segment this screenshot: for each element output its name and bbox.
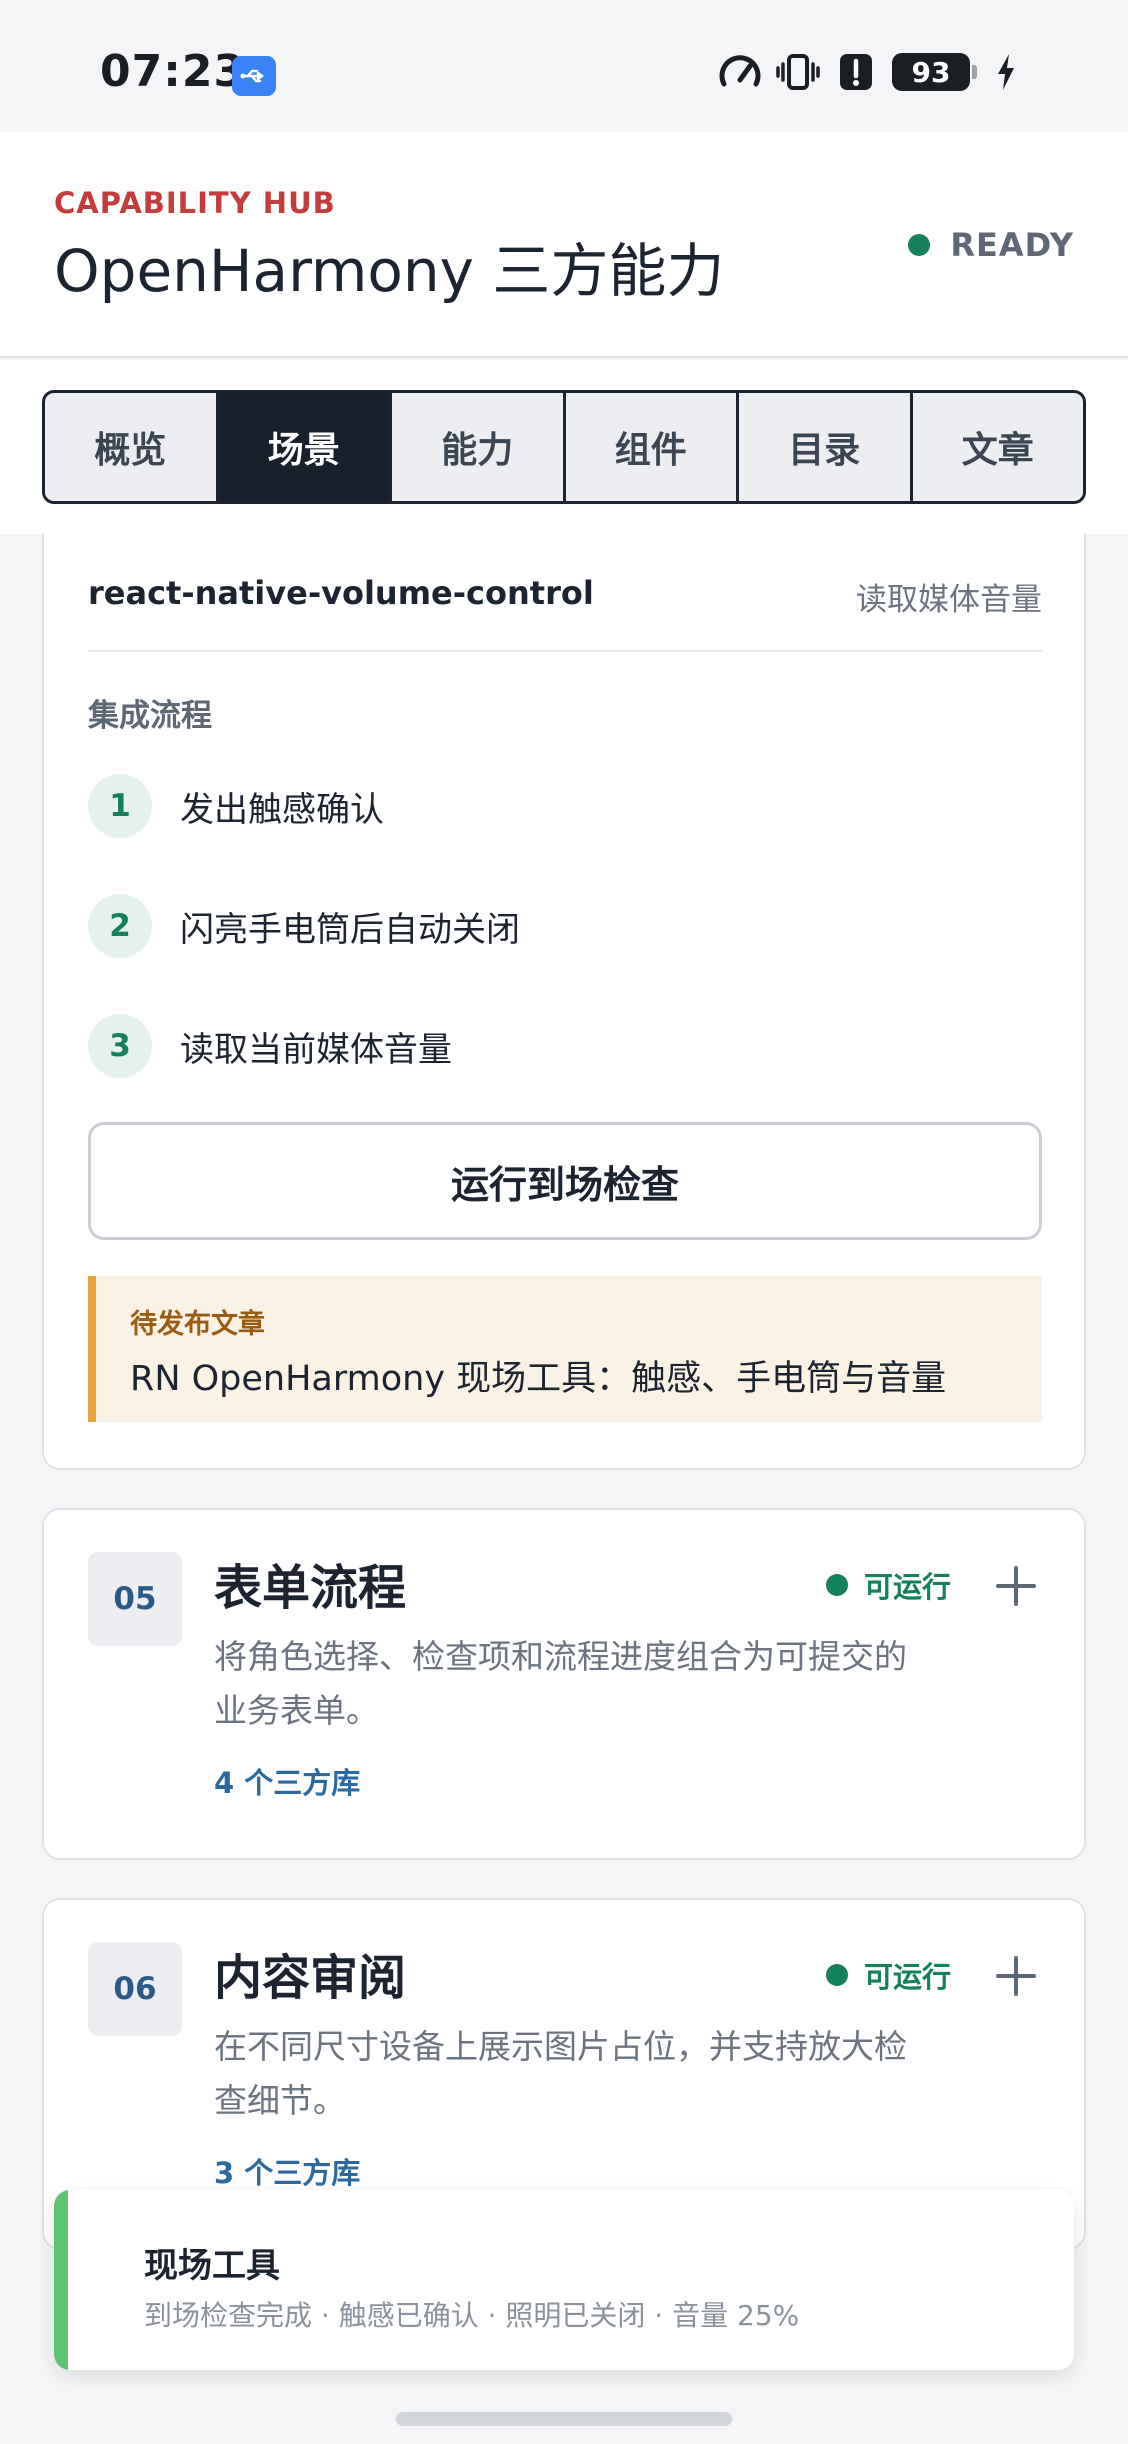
flow-label: 集成流程: [88, 698, 212, 734]
item-desc: 在不同尺寸设备上展示图片占位，并支持放大检查细节。: [214, 2027, 907, 2120]
step-number: 1: [88, 774, 152, 838]
toast-accent-bar: [54, 2190, 68, 2370]
status-bar: 07:23 93: [0, 0, 1128, 132]
toast-message: 到场检查完成 · 触感已确认 · 照明已关闭 · 音量 25%: [144, 2299, 800, 2332]
library-row: react-native-volume-control 读取媒体音量: [88, 574, 1042, 652]
item-lib-count[interactable]: 4 个三方库: [214, 1760, 360, 1802]
charging-icon: [984, 50, 1028, 94]
item-desc: 将角色选择、检查项和流程进度组合为可提交的业务表单。: [214, 1637, 907, 1730]
pending-article-title: RN OpenHarmony 现场工具：触感、手电筒与音量: [130, 1359, 947, 1399]
step-text: 发出触感确认: [180, 789, 384, 830]
pending-article-label: 待发布文章: [130, 1309, 265, 1340]
step-text: 读取当前媒体音量: [180, 1029, 452, 1070]
pending-article[interactable]: 待发布文章 RN OpenHarmony 现场工具：触感、手电筒与音量: [88, 1276, 1042, 1422]
plus-icon[interactable]: [992, 1952, 1040, 2000]
ready-status-text: READY: [950, 226, 1074, 264]
tab-articles[interactable]: 文章: [913, 393, 1084, 501]
status-dot-icon: [908, 234, 931, 256]
step-number: 2: [88, 894, 152, 958]
scenario-item[interactable]: 05 表单流程 可运行 将角色选择、检查项和流程进度组合为可提交的业务表单。 4…: [42, 1508, 1086, 1860]
item-status: 可运行: [826, 1954, 951, 1996]
item-status-text: 可运行: [864, 1960, 952, 1994]
battery-icon: 93: [892, 53, 977, 91]
status-icons: 93: [718, 50, 1028, 94]
step-number: 3: [88, 1014, 152, 1078]
flow-step: 1 发出触感确认: [88, 774, 384, 838]
step-text: 闪亮手电筒后自动关闭: [180, 909, 520, 950]
vibrate-icon: [776, 50, 820, 94]
item-status: 可运行: [826, 1564, 951, 1606]
header-eyebrow: CAPABILITY HUB: [54, 186, 336, 220]
tab-overview[interactable]: 概览: [45, 393, 219, 501]
item-index: 06: [88, 1942, 182, 2036]
scenario-card-expanded: react-native-volume-control 读取媒体音量 集成流程 …: [42, 534, 1086, 1470]
flow-step: 2 闪亮手电筒后自动关闭: [88, 894, 520, 958]
ready-status: READY: [908, 226, 1074, 264]
status-time: 07:23: [100, 46, 246, 97]
toast-notification[interactable]: 现场工具 到场检查完成 · 触感已确认 · 照明已关闭 · 音量 25%: [54, 2190, 1074, 2370]
tab-capabilities[interactable]: 能力: [392, 393, 566, 501]
battery-level: 93: [911, 55, 951, 89]
home-indicator[interactable]: [396, 2412, 732, 2426]
item-status-text: 可运行: [864, 1570, 952, 1604]
flow-step: 3 读取当前媒体音量: [88, 1014, 452, 1078]
speedometer-icon: [718, 50, 762, 94]
status-dot-icon: [826, 1964, 848, 1986]
alert-icon: [834, 50, 878, 94]
item-title: 表单流程: [214, 1560, 407, 1616]
run-check-button[interactable]: 运行到场检查: [88, 1122, 1042, 1240]
plus-icon[interactable]: [992, 1562, 1040, 1610]
status-dot-icon: [826, 1574, 848, 1596]
usb-icon: [232, 56, 276, 96]
app-header: CAPABILITY HUB OpenHarmony 三方能力 READY: [0, 132, 1128, 358]
tab-scenarios[interactable]: 场景: [218, 393, 392, 501]
library-desc: 读取媒体音量: [856, 582, 1042, 618]
tab-bar-container: 概览 场景 能力 组件 目录 文章: [0, 360, 1128, 534]
tab-catalog[interactable]: 目录: [739, 393, 913, 501]
toast-title: 现场工具: [144, 2246, 280, 2286]
item-lib-count[interactable]: 3 个三方库: [214, 2150, 360, 2192]
tab-bar: 概览 场景 能力 组件 目录 文章: [42, 390, 1086, 504]
library-name: react-native-volume-control: [88, 574, 594, 612]
tab-components[interactable]: 组件: [566, 393, 739, 501]
item-title: 内容审阅: [214, 1950, 407, 2006]
page-title: OpenHarmony 三方能力: [54, 237, 725, 305]
item-index: 05: [88, 1552, 182, 1646]
